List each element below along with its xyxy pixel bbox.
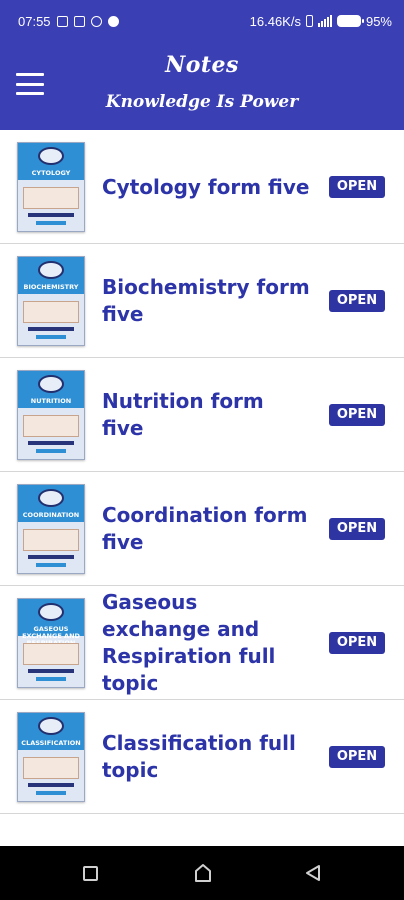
list-item[interactable]: COORDINATION Coordination form five OPEN xyxy=(0,472,404,586)
book-cover-thumbnail: GASEOUS EXCHANGE AND RESPIRATION xyxy=(17,598,85,688)
cover-label: CLASSIFICATION xyxy=(21,739,81,747)
cover-label: CYTOLOGY xyxy=(31,169,71,177)
app-bar: Notes Knowledge Is Power xyxy=(0,42,404,130)
note-title: Biochemistry form five xyxy=(102,275,310,326)
recents-square-icon[interactable] xyxy=(83,866,98,881)
app-title: Notes xyxy=(165,52,239,78)
status-time: 07:55 xyxy=(18,13,51,29)
back-icon[interactable] xyxy=(305,864,321,882)
open-button[interactable]: OPEN xyxy=(329,176,385,198)
note-title: Nutrition form five xyxy=(102,389,264,440)
school-logo-icon xyxy=(38,489,64,507)
notes-list: CYTOLOGY Cytology form five OPEN BIOCHEM… xyxy=(0,130,404,814)
cover-label: BIOCHEMISTRY xyxy=(23,283,79,291)
record-icon xyxy=(90,15,102,27)
school-logo-icon xyxy=(38,717,64,735)
book-cover-thumbnail: COORDINATION xyxy=(17,484,85,574)
list-item[interactable]: GASEOUS EXCHANGE AND RESPIRATION Gaseous… xyxy=(0,586,404,700)
open-button[interactable]: OPEN xyxy=(329,632,385,654)
whatsapp-icon xyxy=(107,15,119,27)
open-button[interactable]: OPEN xyxy=(329,290,385,312)
note-title: Gaseous exchange and Respiration full to… xyxy=(102,590,276,695)
cover-label: NUTRITION xyxy=(30,397,72,405)
book-cover-thumbnail: BIOCHEMISTRY xyxy=(17,256,85,346)
signal-icon xyxy=(317,15,332,27)
note-title: Cytology form five xyxy=(102,174,310,199)
note-title: Coordination form five xyxy=(102,503,308,554)
system-nav-bar xyxy=(0,846,404,900)
gallery-icon xyxy=(56,15,68,27)
list-item[interactable]: BIOCHEMISTRY Biochemistry form five OPEN xyxy=(0,244,404,358)
open-button[interactable]: OPEN xyxy=(329,518,385,540)
note-title: Classification full topic xyxy=(102,731,296,782)
book-cover-thumbnail: NUTRITION xyxy=(17,370,85,460)
list-item[interactable]: CLASSIFICATION Classification full topic… xyxy=(0,700,404,814)
list-item[interactable]: CYTOLOGY Cytology form five OPEN xyxy=(0,130,404,244)
app-subtitle: Knowledge Is Power xyxy=(105,92,299,112)
battery-percent: 95% xyxy=(365,13,392,29)
battery-icon xyxy=(336,15,364,27)
home-icon[interactable] xyxy=(194,863,212,883)
network-speed: 16.46K/s xyxy=(249,13,301,29)
school-logo-icon xyxy=(38,261,64,279)
image-icon xyxy=(73,15,85,27)
book-cover-thumbnail: CYTOLOGY xyxy=(17,142,85,232)
school-logo-icon xyxy=(38,147,64,165)
phone-vibrate-icon xyxy=(305,15,313,27)
open-button[interactable]: OPEN xyxy=(329,746,385,768)
open-button[interactable]: OPEN xyxy=(329,404,385,426)
school-logo-icon xyxy=(38,603,64,621)
list-item[interactable]: NUTRITION Nutrition form five OPEN xyxy=(0,358,404,472)
school-logo-icon xyxy=(38,375,64,393)
cover-label: COORDINATION xyxy=(22,511,80,519)
book-cover-thumbnail: CLASSIFICATION xyxy=(17,712,85,802)
status-bar: 07:55 16.46K/s 95% xyxy=(0,0,404,42)
